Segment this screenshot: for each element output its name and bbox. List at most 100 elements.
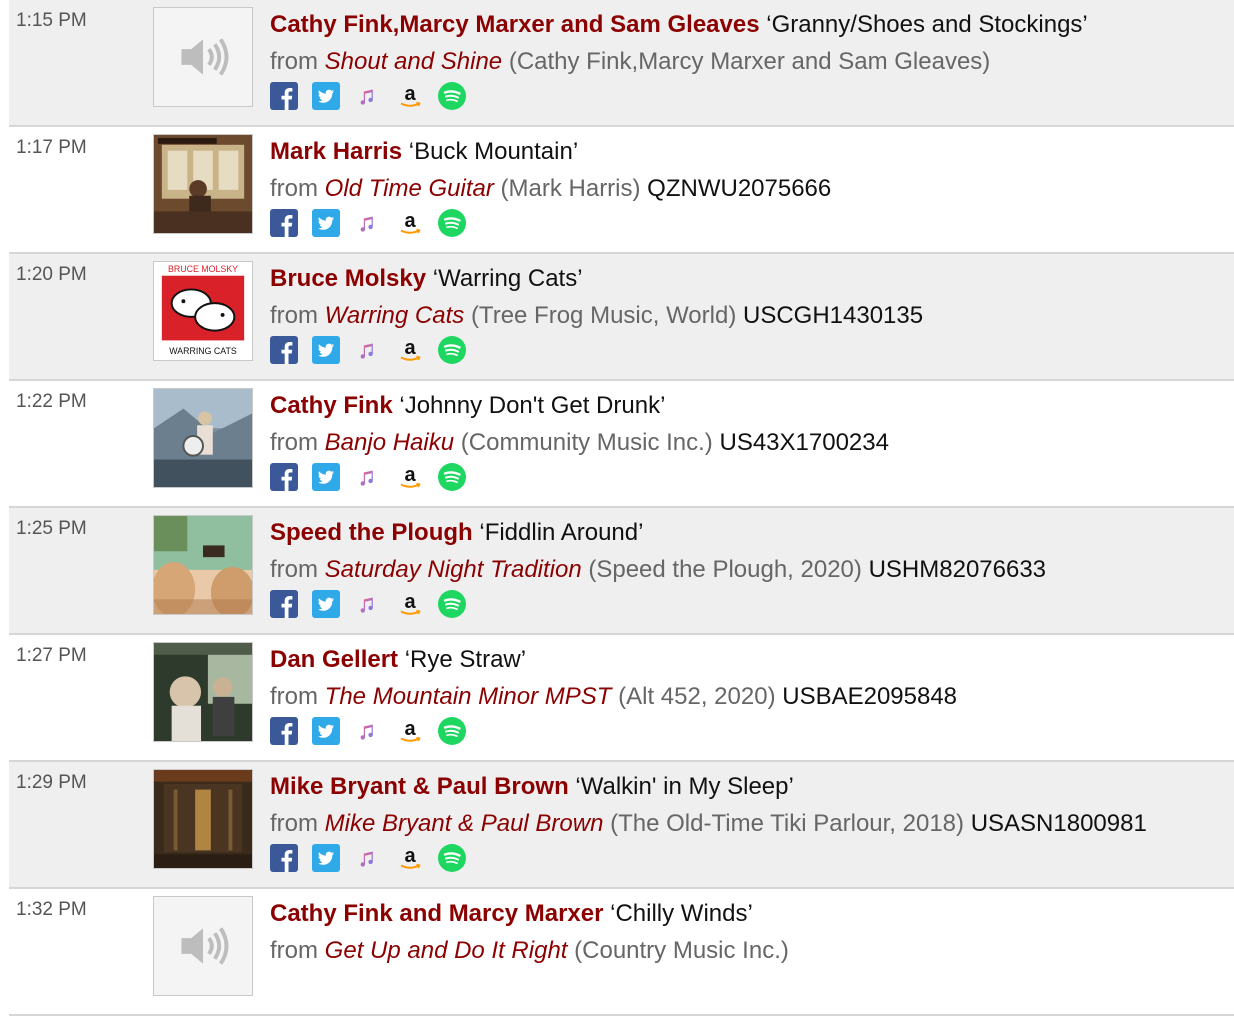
play-time: 1:15 PM	[16, 10, 87, 31]
song-title: ‘Warring Cats’	[432, 265, 583, 292]
album-title[interactable]: Old Time Guitar	[325, 175, 494, 202]
playlist-row: 1:20 PM BRUCE MOLSKY WARRING CATS Bruce …	[9, 254, 1234, 381]
play-time: 1:32 PM	[16, 899, 87, 920]
spotify-icon[interactable]	[438, 844, 466, 872]
release-info: (Community Music Inc.)	[460, 429, 713, 456]
apple-music-icon[interactable]	[354, 82, 382, 110]
album-title[interactable]: Mike Bryant & Paul Brown	[325, 810, 604, 837]
svg-text:a: a	[404, 718, 416, 740]
from-label: from	[270, 556, 318, 583]
playlist-row: 1:15 PM Cathy Fink,Marcy Marxer and Sam …	[9, 0, 1234, 127]
speaker-icon	[154, 8, 252, 106]
song-title: ‘Johnny Don't Get Drunk’	[399, 392, 666, 419]
from-label: from	[270, 429, 318, 456]
apple-music-icon[interactable]	[354, 209, 382, 237]
artist-name[interactable]: Bruce Molsky	[270, 265, 426, 292]
album-title[interactable]: Warring Cats	[325, 302, 465, 329]
release-info: (Speed the Plough, 2020)	[588, 556, 862, 583]
artist-name[interactable]: Cathy Fink	[270, 392, 393, 419]
cover-text: BRUCE MOLSKY	[168, 264, 238, 274]
apple-music-icon[interactable]	[354, 336, 382, 364]
play-time: 1:25 PM	[16, 518, 87, 539]
amazon-icon[interactable]: a	[396, 844, 424, 872]
album-art-placeholder[interactable]	[153, 7, 253, 107]
facebook-icon[interactable]	[270, 82, 298, 110]
from-label: from	[270, 175, 318, 202]
album-cover[interactable]	[153, 515, 253, 615]
facebook-icon[interactable]	[270, 717, 298, 745]
album-title[interactable]: The Mountain Minor MPST	[325, 683, 612, 710]
album-cover[interactable]	[153, 642, 253, 742]
artist-name[interactable]: Cathy Fink,Marcy Marxer and Sam Gleaves	[270, 11, 760, 38]
artist-name[interactable]: Mark Harris	[270, 138, 402, 165]
svg-text:a: a	[404, 83, 416, 105]
isrc-code: US43X1700234	[719, 429, 889, 456]
release-info: (The Old-Time Tiki Parlour, 2018)	[610, 810, 965, 837]
release-info: (Alt 452, 2020)	[618, 683, 776, 710]
facebook-icon[interactable]	[270, 336, 298, 364]
release-info: (Mark Harris)	[500, 175, 641, 202]
play-time: 1:17 PM	[16, 137, 87, 158]
apple-music-icon[interactable]	[354, 844, 382, 872]
amazon-icon[interactable]: a	[396, 336, 424, 364]
cover-text: WARRING CATS	[169, 346, 237, 356]
twitter-icon[interactable]	[312, 844, 340, 872]
album-cover[interactable]: BRUCE MOLSKY WARRING CATS	[153, 261, 253, 361]
svg-text:a: a	[404, 464, 416, 486]
isrc-code: USCGH1430135	[742, 302, 924, 329]
apple-music-icon[interactable]	[354, 590, 382, 618]
twitter-icon[interactable]	[312, 717, 340, 745]
from-label: from	[270, 810, 318, 837]
song-title: ‘Walkin' in My Sleep’	[575, 773, 794, 800]
song-title: ‘Rye Straw’	[404, 646, 527, 673]
speaker-icon	[154, 897, 252, 995]
amazon-icon[interactable]: a	[396, 717, 424, 745]
amazon-icon[interactable]: a	[396, 82, 424, 110]
twitter-icon[interactable]	[312, 463, 340, 491]
album-cover[interactable]	[153, 769, 253, 869]
apple-music-icon[interactable]	[354, 463, 382, 491]
twitter-icon[interactable]	[312, 209, 340, 237]
release-info: (Tree Frog Music, World)	[470, 302, 737, 329]
facebook-icon[interactable]	[270, 844, 298, 872]
play-time: 1:20 PM	[16, 264, 87, 285]
twitter-icon[interactable]	[312, 590, 340, 618]
play-time: 1:27 PM	[16, 645, 87, 666]
svg-text:a: a	[404, 337, 416, 359]
isrc-code: USHM82076633	[868, 556, 1047, 583]
album-art-placeholder[interactable]	[153, 896, 253, 996]
spotify-icon[interactable]	[438, 336, 466, 364]
twitter-icon[interactable]	[312, 82, 340, 110]
album-title[interactable]: Saturday Night Tradition	[325, 556, 582, 583]
artist-name[interactable]: Dan Gellert	[270, 646, 398, 673]
song-title: ‘Buck Mountain’	[408, 138, 579, 165]
amazon-icon[interactable]: a	[396, 209, 424, 237]
album-title[interactable]: Banjo Haiku	[325, 429, 454, 456]
spotify-icon[interactable]	[438, 463, 466, 491]
spotify-icon[interactable]	[438, 82, 466, 110]
play-time: 1:22 PM	[16, 391, 87, 412]
isrc-code: USBAE2095848	[782, 683, 958, 710]
facebook-icon[interactable]	[270, 463, 298, 491]
spotify-icon[interactable]	[438, 717, 466, 745]
album-title[interactable]: Shout and Shine	[325, 48, 502, 75]
release-info: (Cathy Fink,Marcy Marxer and Sam Gleaves…	[508, 48, 991, 75]
artist-name[interactable]: Speed the Plough	[270, 519, 473, 546]
playlist-row: 1:17 PM Mark Harris ‘Buck Mountain’ from	[9, 127, 1234, 254]
artist-name[interactable]: Cathy Fink and Marcy Marxer	[270, 900, 603, 927]
facebook-icon[interactable]	[270, 209, 298, 237]
album-cover[interactable]	[153, 388, 253, 488]
amazon-icon[interactable]: a	[396, 590, 424, 618]
album-cover[interactable]	[153, 134, 253, 234]
spotify-icon[interactable]	[438, 209, 466, 237]
from-label: from	[270, 302, 318, 329]
song-title: ‘Chilly Winds’	[610, 900, 753, 927]
from-label: from	[270, 48, 318, 75]
from-label: from	[270, 683, 318, 710]
twitter-icon[interactable]	[312, 336, 340, 364]
spotify-icon[interactable]	[438, 590, 466, 618]
facebook-icon[interactable]	[270, 590, 298, 618]
amazon-icon[interactable]: a	[396, 463, 424, 491]
artist-name[interactable]: Mike Bryant & Paul Brown	[270, 773, 569, 800]
apple-music-icon[interactable]	[354, 717, 382, 745]
